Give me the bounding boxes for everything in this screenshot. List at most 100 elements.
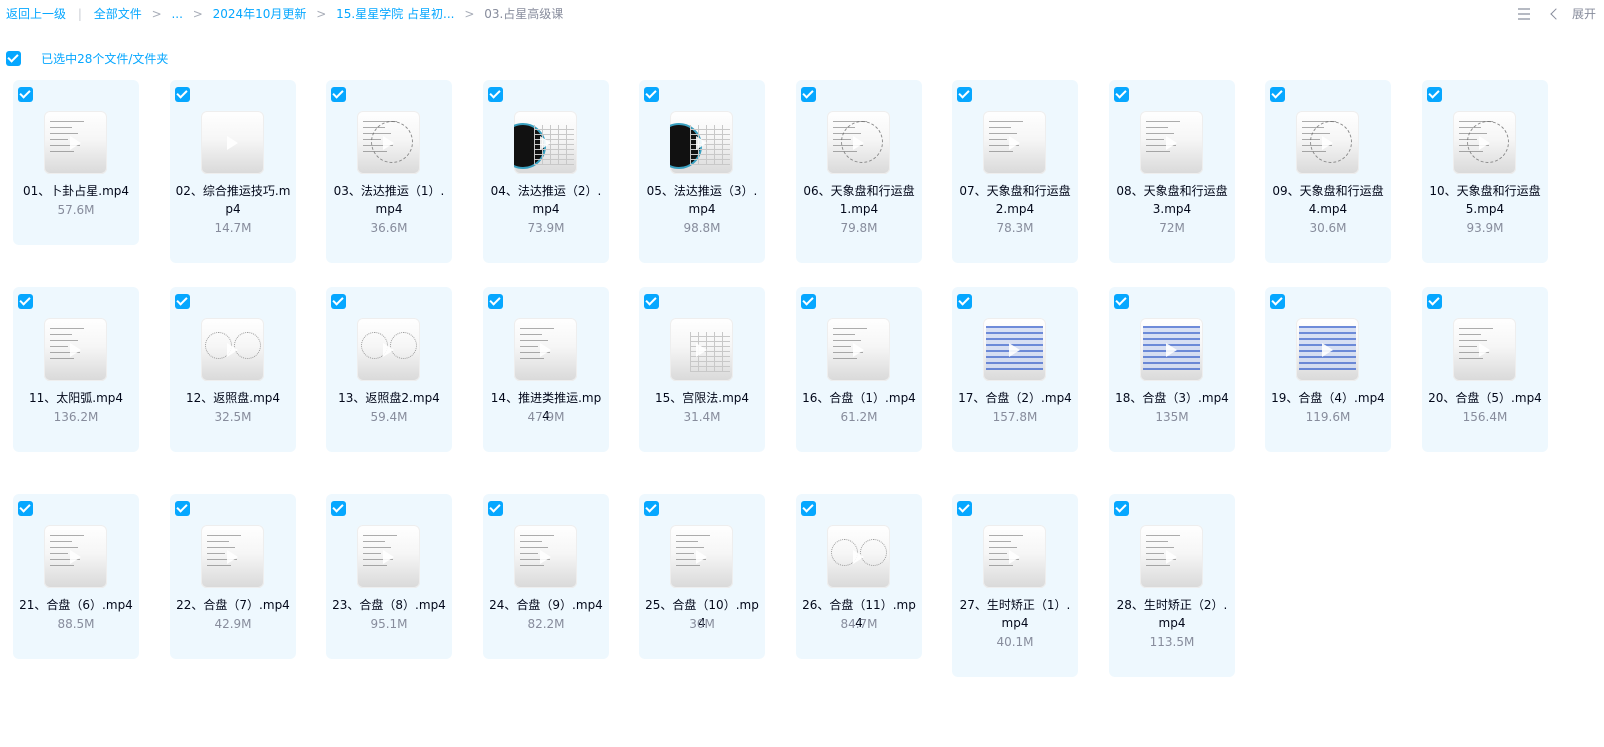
video-thumbnail[interactable] [514, 318, 577, 381]
file-checkbox[interactable] [1114, 501, 1129, 516]
file-card[interactable]: 15、宫限法.mp4 31.4M [639, 287, 765, 452]
file-card[interactable]: 23、合盘（8）.mp4 95.1M [326, 494, 452, 659]
file-card[interactable]: 13、返照盘2.mp4 59.4M [326, 287, 452, 452]
file-checkbox[interactable] [18, 294, 33, 309]
file-card[interactable]: 10、天象盘和行运盘5.mp4 93.9M [1422, 80, 1548, 263]
video-thumbnail[interactable] [201, 318, 264, 381]
file-checkbox[interactable] [488, 87, 503, 102]
select-all-checkbox[interactable] [6, 51, 21, 66]
file-size: 119.6M [1305, 410, 1351, 424]
video-thumbnail[interactable] [670, 318, 733, 381]
file-card[interactable]: 20、合盘（5）.mp4 156.4M [1422, 287, 1548, 452]
file-checkbox[interactable] [957, 87, 972, 102]
file-checkbox[interactable] [957, 501, 972, 516]
back-link[interactable]: 返回上一级 [6, 6, 66, 22]
file-card[interactable]: 24、合盘（9）.mp4 82.2M [483, 494, 609, 659]
file-card[interactable]: 02、综合推运技巧.mp4 14.7M [170, 80, 296, 263]
video-thumbnail[interactable] [983, 318, 1046, 381]
file-checkbox[interactable] [488, 294, 503, 309]
file-checkbox[interactable] [801, 87, 816, 102]
video-thumbnail[interactable] [44, 111, 107, 174]
file-checkbox[interactable] [1427, 87, 1442, 102]
breadcrumb-2024-update[interactable]: 2024年10月更新 [213, 6, 307, 22]
file-card[interactable]: 04、法达推运（2）.mp4 73.9M [483, 80, 609, 263]
file-checkbox[interactable] [18, 87, 33, 102]
video-thumbnail[interactable] [357, 525, 420, 588]
file-checkbox[interactable] [331, 501, 346, 516]
file-card[interactable]: 25、合盘（10）.mp4 30M [639, 494, 765, 659]
file-checkbox[interactable] [644, 87, 659, 102]
video-thumbnail[interactable] [201, 525, 264, 588]
file-card[interactable]: 28、生时矫正（2）.mp4 113.5M [1109, 494, 1235, 677]
file-checkbox[interactable] [801, 501, 816, 516]
video-thumbnail[interactable] [1140, 525, 1203, 588]
file-card[interactable]: 01、卜卦占星.mp4 57.6M [13, 80, 139, 245]
breadcrumb-ellipsis[interactable]: ... [171, 6, 182, 22]
file-checkbox[interactable] [331, 294, 346, 309]
file-checkbox[interactable] [175, 87, 190, 102]
file-card[interactable]: 14、推进类推运.mp4 47.9M [483, 287, 609, 452]
video-thumbnail[interactable] [201, 111, 264, 174]
file-card[interactable]: 21、合盘（6）.mp4 88.5M [13, 494, 139, 659]
chevron-left-icon[interactable] [1550, 7, 1562, 20]
file-checkbox[interactable] [18, 501, 33, 516]
file-card[interactable]: 11、太阳弧.mp4 136.2M [13, 287, 139, 452]
file-checkbox[interactable] [1427, 294, 1442, 309]
video-thumbnail[interactable] [1140, 111, 1203, 174]
file-card[interactable]: 03、法达推运（1）.mp4 36.6M [326, 80, 452, 263]
video-thumbnail[interactable] [1140, 318, 1203, 381]
video-thumbnail[interactable] [1296, 318, 1359, 381]
video-thumbnail[interactable] [1453, 111, 1516, 174]
video-thumbnail[interactable] [827, 318, 890, 381]
file-card[interactable]: 06、天象盘和行运盘1.mp4 79.8M [796, 80, 922, 263]
file-card[interactable]: 09、天象盘和行运盘4.mp4 30.6M [1265, 80, 1391, 263]
video-thumbnail[interactable] [514, 525, 577, 588]
video-thumbnail[interactable] [514, 111, 577, 174]
video-thumbnail[interactable] [827, 525, 890, 588]
file-checkbox[interactable] [1114, 294, 1129, 309]
file-card[interactable]: 12、返照盘.mp4 32.5M [170, 287, 296, 452]
video-thumbnail[interactable] [983, 525, 1046, 588]
video-thumbnail[interactable] [670, 525, 733, 588]
video-thumbnail[interactable] [983, 111, 1046, 174]
video-thumbnail[interactable] [44, 318, 107, 381]
file-name: 13、返照盘2.mp4 [338, 391, 440, 405]
file-checkbox[interactable] [175, 294, 190, 309]
list-view-icon[interactable] [1518, 7, 1531, 20]
video-thumbnail[interactable] [1453, 318, 1516, 381]
expand-button[interactable]: 展开 [1572, 5, 1596, 22]
file-card[interactable]: 22、合盘（7）.mp4 42.9M [170, 494, 296, 659]
file-card[interactable]: 08、天象盘和行运盘3.mp4 72M [1109, 80, 1235, 263]
file-card[interactable]: 17、合盘（2）.mp4 157.8M [952, 287, 1078, 452]
selection-bar: 已选中28个文件/文件夹 [6, 48, 168, 66]
video-thumbnail[interactable] [827, 111, 890, 174]
file-checkbox[interactable] [1114, 87, 1129, 102]
file-card[interactable]: 19、合盘（4）.mp4 119.6M [1265, 287, 1391, 452]
file-size: 79.8M [840, 221, 878, 235]
video-thumbnail[interactable] [1296, 111, 1359, 174]
file-card[interactable]: 05、法达推运（3）.mp4 98.8M [639, 80, 765, 263]
file-checkbox[interactable] [644, 501, 659, 516]
file-card[interactable]: 07、天象盘和行运盘2.mp4 78.3M [952, 80, 1078, 263]
file-card[interactable]: 18、合盘（3）.mp4 135M [1109, 287, 1235, 452]
breadcrumb-academy[interactable]: 15.星星学院 占星初... [336, 6, 454, 22]
file-checkbox[interactable] [801, 294, 816, 309]
video-thumbnail[interactable] [670, 111, 733, 174]
file-card[interactable]: 16、合盘（1）.mp4 61.2M [796, 287, 922, 452]
video-thumbnail[interactable] [44, 525, 107, 588]
file-checkbox[interactable] [331, 87, 346, 102]
file-checkbox[interactable] [1270, 87, 1285, 102]
file-checkbox[interactable] [1270, 294, 1285, 309]
file-checkbox[interactable] [957, 294, 972, 309]
file-size: 135M [1155, 410, 1189, 424]
file-card[interactable]: 27、生时矫正（1）.mp4 40.1M [952, 494, 1078, 677]
breadcrumb-all-files[interactable]: 全部文件 [94, 6, 142, 22]
file-checkbox[interactable] [175, 501, 190, 516]
breadcrumb-divider: | [77, 7, 82, 21]
file-name: 15、宫限法.mp4 [654, 391, 750, 405]
file-card[interactable]: 26、合盘（11）.mp4 84.7M [796, 494, 922, 659]
file-checkbox[interactable] [488, 501, 503, 516]
file-checkbox[interactable] [644, 294, 659, 309]
video-thumbnail[interactable] [357, 318, 420, 381]
video-thumbnail[interactable] [357, 111, 420, 174]
